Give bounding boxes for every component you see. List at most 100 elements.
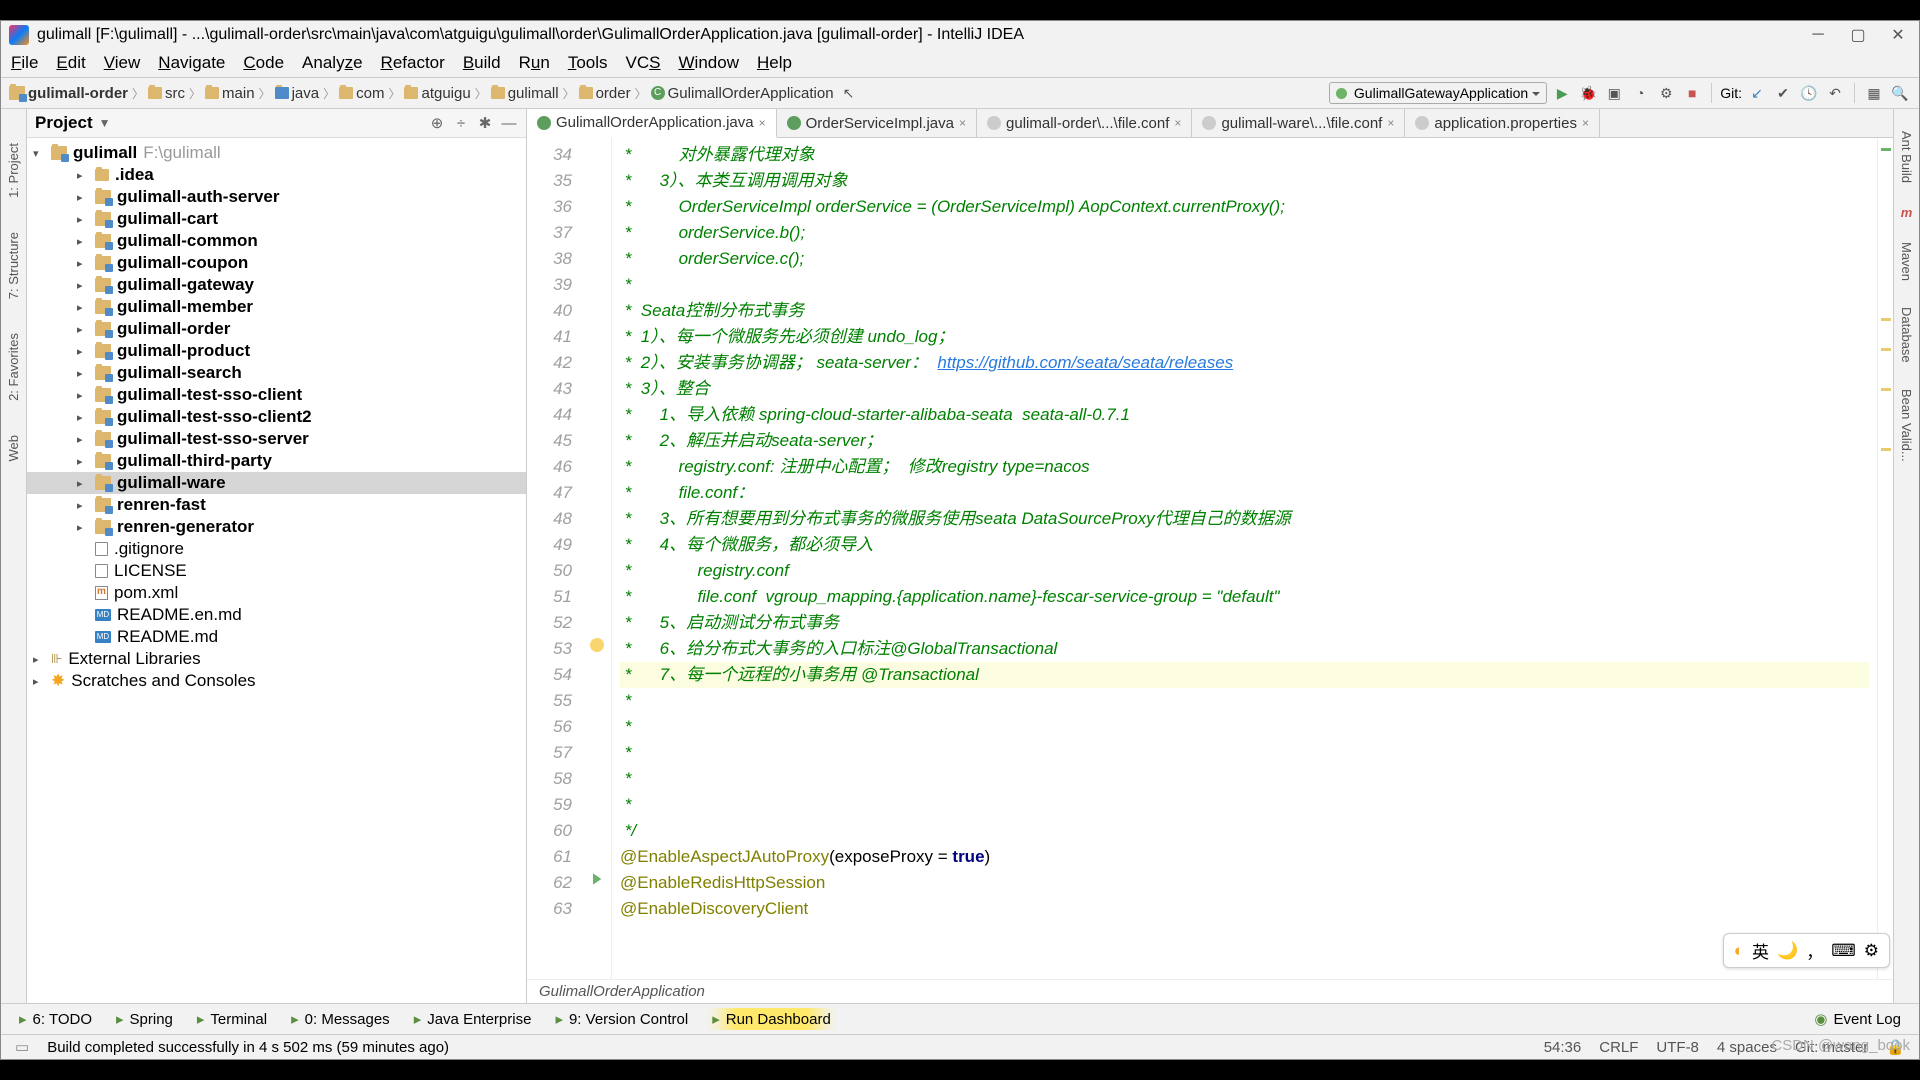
tree-scratches[interactable]: ▸✸Scratches and Consoles	[27, 670, 526, 692]
git-history-button[interactable]: 🕓	[1798, 82, 1820, 104]
left-tab-project[interactable]: 1: Project	[5, 139, 22, 202]
coverage-button[interactable]: ▣	[1603, 82, 1625, 104]
tab-close-icon[interactable]: ×	[1174, 116, 1181, 130]
stop-button[interactable]: ■	[1681, 82, 1703, 104]
tree-item[interactable]: ▸gulimall-ware	[27, 472, 526, 494]
editor-tab[interactable]: application.properties×	[1405, 109, 1600, 137]
menu-navigate[interactable]: Navigate	[158, 53, 225, 73]
crumb-main[interactable]: main	[205, 85, 255, 102]
tree-item[interactable]: ▸gulimall-test-sso-client2	[27, 406, 526, 428]
tree-item[interactable]: ▸gulimall-member	[27, 296, 526, 318]
tree-item[interactable]: ▸gulimall-search	[27, 362, 526, 384]
tree-item[interactable]: pom.xml	[27, 582, 526, 604]
tree-item[interactable]: MDREADME.md	[27, 626, 526, 648]
crumb-class[interactable]: CGulimallOrderApplication	[651, 85, 834, 102]
search-everywhere-button[interactable]: 🔍	[1889, 82, 1911, 104]
expand-all-icon[interactable]: ÷	[452, 114, 470, 132]
intention-bulb-icon[interactable]	[590, 638, 604, 652]
editor-tab[interactable]: gulimall-ware\...\file.conf×	[1192, 109, 1405, 137]
menu-vcs[interactable]: VCS	[626, 53, 661, 73]
editor-tab[interactable]: GulimallOrderApplication.java×	[527, 109, 777, 138]
settings-icon[interactable]: ✱	[476, 114, 494, 132]
menu-edit[interactable]: Edit	[56, 53, 85, 73]
project-tree[interactable]: ▾gulimall F:\gulimall▸.idea▸gulimall-aut…	[27, 138, 526, 1003]
run-gutter-icon[interactable]	[590, 872, 604, 886]
tree-item[interactable]: ▸gulimall-common	[27, 230, 526, 252]
editor-tab[interactable]: gulimall-order\...\file.conf×	[977, 109, 1192, 137]
crumb-src[interactable]: src	[148, 85, 185, 102]
breadcrumbs[interactable]: GulimallOrderApplication	[527, 979, 1893, 1003]
tab-close-icon[interactable]: ×	[1387, 116, 1394, 130]
file-encoding[interactable]: UTF-8	[1656, 1039, 1699, 1056]
tree-item[interactable]: ▸renren-fast	[27, 494, 526, 516]
tree-item[interactable]: ▸gulimall-test-sso-client	[27, 384, 526, 406]
run-config-combo[interactable]: GulimallGatewayApplication	[1329, 82, 1547, 104]
right-tab-database[interactable]: Database	[1898, 303, 1915, 367]
bottom-tab[interactable]: ▸9: Version Control	[549, 1008, 694, 1030]
menu-file[interactable]: File	[11, 53, 38, 73]
git-commit-button[interactable]: ✔	[1772, 82, 1794, 104]
right-tab-maven[interactable]: Maven	[1898, 238, 1915, 285]
nav-back-button[interactable]: ↖	[838, 82, 860, 104]
debug-button[interactable]: 🐞	[1577, 82, 1599, 104]
event-log-button[interactable]: ◉Event Log	[1808, 1008, 1907, 1030]
tab-close-icon[interactable]: ×	[759, 116, 766, 130]
git-revert-button[interactable]: ↶	[1824, 82, 1846, 104]
left-tab-favorites[interactable]: 2: Favorites	[5, 329, 22, 405]
editor-gutter[interactable]	[582, 138, 612, 979]
tree-item[interactable]: LICENSE	[27, 560, 526, 582]
menu-tools[interactable]: Tools	[568, 53, 608, 73]
tree-root[interactable]: ▾gulimall F:\gulimall	[27, 142, 526, 164]
crumb-gulimall-order[interactable]: gulimall-order	[9, 85, 128, 102]
crumb-java[interactable]: java	[275, 85, 320, 102]
hide-panel-icon[interactable]: —	[500, 114, 518, 132]
crumb-com[interactable]: com	[339, 85, 384, 102]
attach-button[interactable]: ⚙	[1655, 82, 1677, 104]
menu-refactor[interactable]: Refactor	[381, 53, 445, 73]
maven-icon[interactable]: m	[1901, 205, 1913, 220]
menu-code[interactable]: Code	[243, 53, 284, 73]
scroll-from-source-icon[interactable]: ⊕	[428, 114, 446, 132]
menu-analyze[interactable]: Analyze	[302, 53, 363, 73]
tree-item[interactable]: .gitignore	[27, 538, 526, 560]
tree-item[interactable]: ▸gulimall-cart	[27, 208, 526, 230]
tab-close-icon[interactable]: ×	[1582, 116, 1589, 130]
menu-view[interactable]: View	[104, 53, 141, 73]
code-editor[interactable]: * 对外暴露代理对象 * 3）、本类互调用调用对象 * OrderService…	[612, 138, 1877, 979]
tree-item[interactable]: MDREADME.en.md	[27, 604, 526, 626]
right-tab-ant[interactable]: Ant Build	[1898, 127, 1915, 187]
tree-external-libs[interactable]: ▸⊪External Libraries	[27, 648, 526, 670]
left-tab-structure[interactable]: 7: Structure	[5, 228, 22, 303]
tab-close-icon[interactable]: ×	[959, 116, 966, 130]
crumb-atguigu[interactable]: atguigu	[404, 85, 470, 102]
run-button[interactable]: ▶	[1551, 82, 1573, 104]
editor-tab[interactable]: OrderServiceImpl.java×	[777, 109, 977, 137]
right-tab-beanvalid[interactable]: Bean Valid...	[1898, 385, 1915, 466]
bottom-tab[interactable]: ▸Spring	[110, 1008, 179, 1030]
tree-item[interactable]: ▸gulimall-test-sso-server	[27, 428, 526, 450]
crumb-order[interactable]: order	[579, 85, 631, 102]
crumb-gulimall[interactable]: gulimall	[491, 85, 559, 102]
close-button[interactable]: ✕	[1885, 25, 1911, 45]
indent-info[interactable]: 4 spaces	[1717, 1039, 1777, 1056]
tree-item[interactable]: ▸renren-generator	[27, 516, 526, 538]
bottom-tab[interactable]: ▸Terminal	[191, 1008, 273, 1030]
tree-item[interactable]: ▸gulimall-order	[27, 318, 526, 340]
bottom-tab[interactable]: ▸Run Dashboard	[706, 1008, 837, 1030]
line-separator[interactable]: CRLF	[1599, 1039, 1638, 1056]
tree-item[interactable]: ▸gulimall-gateway	[27, 274, 526, 296]
git-update-button[interactable]: ↙	[1746, 82, 1768, 104]
tree-item[interactable]: ▸gulimall-third-party	[27, 450, 526, 472]
tree-item[interactable]: ▸gulimall-auth-server	[27, 186, 526, 208]
tree-item[interactable]: ▸gulimall-coupon	[27, 252, 526, 274]
left-tab-web[interactable]: Web	[5, 431, 22, 466]
error-stripe[interactable]	[1877, 138, 1893, 979]
menu-run[interactable]: Run	[519, 53, 550, 73]
profile-button[interactable]: ◔	[1629, 82, 1651, 104]
menu-window[interactable]: Window	[679, 53, 739, 73]
tree-item[interactable]: ▸.idea	[27, 164, 526, 186]
bottom-tab[interactable]: ▸Java Enterprise	[408, 1008, 538, 1030]
ide-structure-button[interactable]: ▦	[1863, 82, 1885, 104]
menu-help[interactable]: Help	[757, 53, 792, 73]
maximize-button[interactable]: ▢	[1845, 25, 1871, 45]
